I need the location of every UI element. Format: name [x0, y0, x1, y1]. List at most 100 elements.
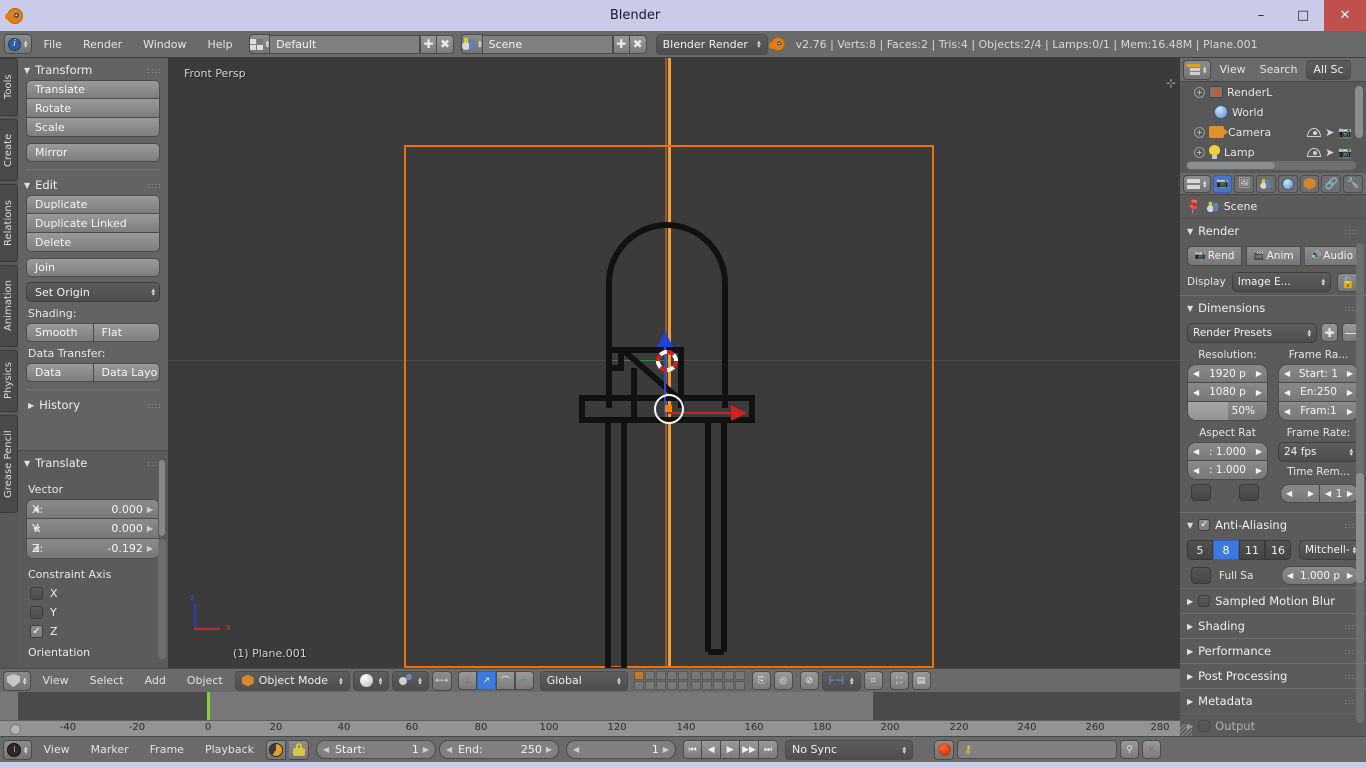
chevron-right-icon[interactable]: ▶: [147, 524, 153, 533]
add-preset-button[interactable]: ✚: [1321, 323, 1338, 342]
properties-tab-render[interactable]: 📷: [1212, 174, 1233, 193]
outliner-display-mode[interactable]: All Sc: [1306, 59, 1351, 80]
properties-tab-object[interactable]: [1299, 174, 1320, 193]
toolshelf-tab-grease-pencil[interactable]: Grease Pencil: [0, 415, 18, 513]
delete-scene-button[interactable]: ✖: [629, 34, 647, 54]
manipulator-z-arrow-head[interactable]: [657, 331, 673, 347]
scene-icon[interactable]: ▴ ▾: [461, 34, 483, 54]
frame-start-field[interactable]: ◀ Start: 1 ▶: [316, 740, 437, 759]
tool-translate[interactable]: Translate: [26, 80, 160, 99]
auto-keying-icon[interactable]: [266, 739, 287, 760]
timeline-ruler[interactable]: -40 -20 0 20 40 60 80 100 120 140 160 18…: [0, 720, 1180, 736]
outliner-row-renderlayer[interactable]: + RenderL: [1180, 82, 1366, 102]
properties-tab-world[interactable]: [1277, 174, 1298, 193]
snap-magnet-icon[interactable]: ⊘: [799, 671, 819, 690]
pin-icon[interactable]: 📌: [1185, 197, 1204, 216]
checkbox-z-icon[interactable]: ✓: [30, 625, 43, 638]
aa-sample-5[interactable]: 5: [1187, 540, 1213, 560]
menu-help[interactable]: Help: [198, 38, 241, 51]
timeline-view-menu[interactable]: View: [35, 743, 79, 756]
section-header-post-processing[interactable]: ▶ Post Processing ::::: [1180, 663, 1366, 688]
timeline-strip[interactable]: -40 -20 0 20 40 60 80 100 120 140 160 18…: [0, 692, 1180, 736]
tool-mirror[interactable]: Mirror: [26, 143, 160, 162]
menu-file[interactable]: File: [35, 38, 71, 51]
next-keyframe-button[interactable]: ▶▶: [740, 740, 760, 759]
time-remap-new-field[interactable]: ◀ 1 ▶: [1320, 484, 1359, 503]
render-preview-icon[interactable]: ⛶: [889, 671, 909, 690]
display-mode-selector[interactable]: Image E... ▴ ▾: [1231, 272, 1331, 292]
expand-icon[interactable]: +: [1194, 146, 1205, 158]
checkbox-x-icon[interactable]: [30, 587, 43, 600]
chevron-right-icon[interactable]: ▶: [1256, 388, 1262, 397]
eye-icon[interactable]: [1307, 127, 1322, 137]
section-header-dimensions[interactable]: ▼ Dimensions ::::: [1180, 295, 1366, 320]
render-only-icon[interactable]: ◎: [773, 671, 793, 690]
lock-to-scene-icon[interactable]: ⎘: [751, 671, 771, 690]
proportional-edit-icon[interactable]: ⟷: [431, 670, 452, 691]
outliner-row-camera[interactable]: + Camera ➤ 📷: [1180, 122, 1366, 142]
menu-window[interactable]: Window: [134, 38, 195, 51]
jump-to-start-button[interactable]: ⏮: [683, 740, 703, 759]
cursor-icon[interactable]: ➤: [1325, 126, 1334, 139]
new-scene-button[interactable]: ✚: [612, 34, 630, 54]
aa-filter-size-field[interactable]: ◀ 1.000 p ▶: [1281, 566, 1359, 585]
toolshelf-tab-relations[interactable]: Relations: [0, 184, 18, 262]
vector-x-field[interactable]: ◀ X: 0.000 ▶: [26, 499, 160, 519]
outliner-row-world[interactable]: World: [1180, 102, 1366, 122]
checkbox-y-icon[interactable]: [30, 606, 43, 619]
chevron-right-icon[interactable]: ▶: [1256, 447, 1262, 456]
lock-icon[interactable]: [289, 739, 310, 760]
toolshelf-tab-tools[interactable]: Tools: [0, 58, 18, 116]
chevron-right-icon[interactable]: ▶: [1347, 407, 1353, 416]
chevron-right-icon[interactable]: ▶: [1308, 489, 1314, 498]
outliner-view-menu[interactable]: View: [1215, 63, 1251, 76]
opengl-render-icon[interactable]: ▤: [911, 671, 931, 690]
render-image-button[interactable]: 📷 Rend: [1187, 246, 1242, 266]
scene-layers-grid[interactable]: [633, 671, 688, 690]
section-header-shading[interactable]: ▶ Shading ::::: [1180, 613, 1366, 638]
viewport-expand-arrow-icon[interactable]: ⊹: [1166, 76, 1176, 90]
resolution-x-field[interactable]: ◀ 1920 p ▶: [1187, 364, 1268, 383]
delete-keyframe-icon[interactable]: ✕: [1142, 740, 1162, 759]
transform-orientation-selector[interactable]: Global ▴ ▾: [539, 670, 628, 691]
tool-shade-flat[interactable]: Flat: [93, 323, 160, 342]
jump-to-end-button[interactable]: ⏭: [759, 740, 779, 759]
section-header-sampled-motion-blur[interactable]: ▶ Sampled Motion Blur: [1180, 588, 1366, 613]
full-sample-checkbox[interactable]: [1191, 567, 1211, 584]
frame-end-prop-field[interactable]: ◀ En:250 ▶: [1278, 383, 1359, 402]
tool-shade-smooth[interactable]: Smooth: [26, 323, 94, 342]
3d-cursor-icon[interactable]: [654, 348, 680, 374]
current-frame-field[interactable]: ◀ 1 ▶: [566, 740, 677, 759]
aa-sample-8[interactable]: 8: [1213, 540, 1239, 560]
frame-rate-selector[interactable]: 24 fps ▴ ▾: [1278, 442, 1359, 462]
vector-z-field[interactable]: ◀ Z: -0.192 ▶: [26, 539, 160, 559]
resolution-percent-slider[interactable]: 50%: [1187, 402, 1268, 421]
editor-type-selector-3dview[interactable]: ▴ ▾: [3, 670, 31, 691]
chevron-right-icon[interactable]: ▶: [147, 505, 153, 514]
rotate-manipulator-icon[interactable]: ↗: [476, 671, 496, 690]
tool-delete[interactable]: Delete: [26, 233, 160, 252]
timeline-body[interactable]: [0, 692, 1180, 720]
aspect-x-field[interactable]: ◀ : 1.000 ▶: [1187, 442, 1268, 461]
motion-blur-checkbox[interactable]: [1198, 595, 1211, 607]
eye-icon[interactable]: [1307, 147, 1322, 157]
timeline-frame-menu[interactable]: Frame: [141, 743, 193, 756]
3d-viewport[interactable]: Front Persp (1) Plane.001 z x ⊹: [168, 58, 1180, 668]
tool-join[interactable]: Join: [26, 258, 160, 277]
section-header-anti-aliasing[interactable]: ▼ ✓ Anti-Aliasing ::::: [1180, 512, 1366, 537]
toolshelf-tab-animation[interactable]: Animation: [0, 265, 18, 347]
chevron-right-icon[interactable]: ▶: [1256, 466, 1262, 475]
frame-end-field[interactable]: ◀ End: 250 ▶: [439, 740, 560, 759]
timeline-playhead[interactable]: [207, 692, 210, 720]
chevron-right-icon[interactable]: ▶: [663, 745, 669, 754]
render-engine-selector[interactable]: Blender Render ▴ ▾: [655, 33, 768, 55]
tool-set-origin-dropdown[interactable]: Set Origin ▴ ▾: [26, 282, 160, 302]
section-header-performance[interactable]: ▶ Performance ::::: [1180, 638, 1366, 663]
menu-render[interactable]: Render: [74, 38, 131, 51]
properties-tab-constraints[interactable]: 🔗: [1321, 174, 1342, 193]
section-header-metadata[interactable]: ▶ Metadata ::::: [1180, 688, 1366, 713]
chevron-right-icon[interactable]: ▶: [147, 544, 153, 553]
editor-type-selector-timeline[interactable]: ▴ ▾: [3, 739, 32, 760]
pivot-point-selector[interactable]: ▴ ▾: [392, 670, 429, 691]
view-menu[interactable]: View: [34, 674, 78, 687]
